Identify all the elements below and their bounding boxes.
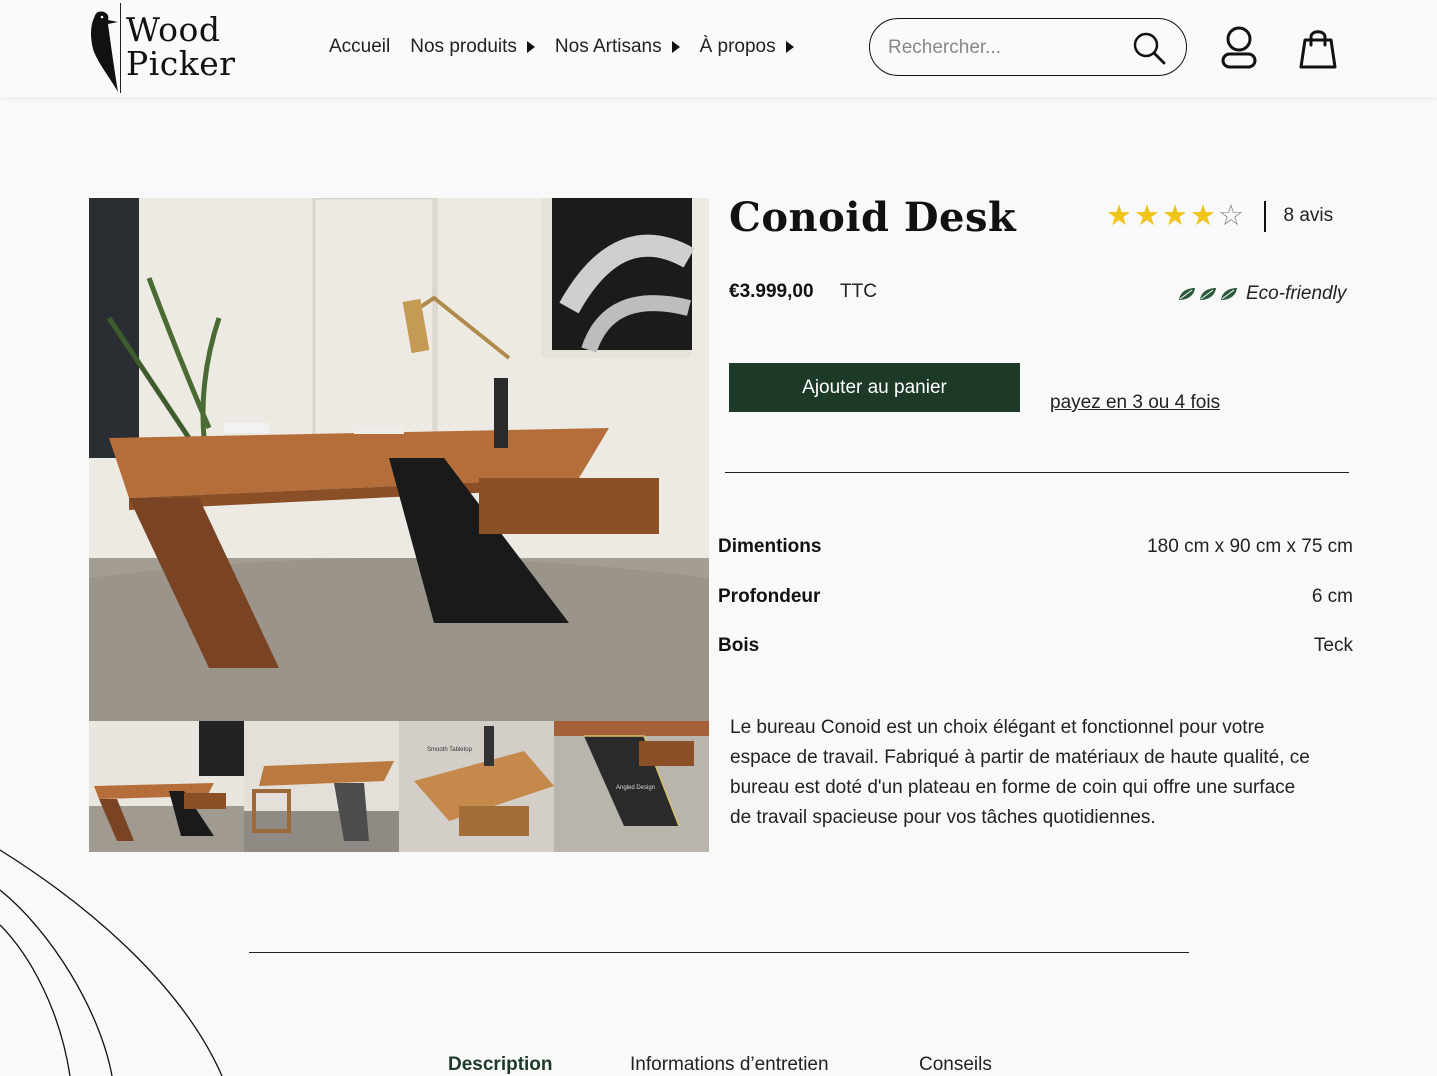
- star-empty-icon: ☆: [1218, 200, 1244, 232]
- spec-label: Dimentions: [718, 536, 822, 557]
- nav-label: Nos produits: [410, 36, 517, 57]
- logo[interactable]: Wood Picker: [88, 3, 238, 95]
- star-filled-icon: ★: [1106, 200, 1132, 232]
- desk-photo: [89, 198, 709, 721]
- nav-item-nos-produits[interactable]: Nos produits: [410, 36, 535, 58]
- thumbnail-caption: Angled Design: [616, 785, 655, 791]
- spec-label: Bois: [718, 635, 760, 656]
- leaf-icon: [1221, 288, 1237, 300]
- nav-label: Accueil: [329, 36, 391, 57]
- thumbnail-3[interactable]: Smooth Tabletop: [399, 721, 554, 852]
- caret-right-icon: [671, 41, 680, 53]
- spec-row-dimensions: Dimentions 180 cm x 90 cm x 75 cm: [718, 536, 1353, 558]
- product-main-image[interactable]: [89, 198, 709, 721]
- logo-text: Wood Picker: [126, 13, 236, 81]
- tab-entretien[interactable]: Informations d’entretien: [630, 1054, 829, 1076]
- decorative-lines: [0, 849, 223, 1076]
- spec-row-wood: Bois Teck: [718, 635, 1353, 657]
- thumbnail-4[interactable]: Angled Design: [554, 721, 709, 852]
- add-to-cart-button[interactable]: Ajouter au panier: [729, 363, 1020, 412]
- caret-right-icon: [526, 41, 535, 53]
- search-bar: [869, 18, 1187, 76]
- rating-divider: [1264, 200, 1266, 232]
- leaf-icon: [1200, 288, 1216, 300]
- nav-label: À propos: [699, 36, 776, 57]
- thumbnail-strip: Smooth Tabletop Angled Design: [89, 721, 709, 852]
- spec-value: Teck: [1313, 635, 1353, 656]
- product-title: Conoid Desk: [729, 194, 1017, 241]
- spec-row-depth: Profondeur 6 cm: [718, 586, 1353, 608]
- leaf-icon: [1179, 288, 1195, 300]
- reviews-count[interactable]: 8 avis: [1284, 205, 1334, 227]
- search-input[interactable]: [886, 33, 1120, 63]
- tax-label: TTC: [840, 281, 877, 302]
- installments-link[interactable]: payez en 3 ou 4 fois: [1050, 392, 1220, 414]
- thumbnail-1[interactable]: [89, 721, 244, 852]
- tab-description[interactable]: Description: [448, 1054, 553, 1076]
- shopping-bag-icon[interactable]: [1298, 28, 1338, 70]
- logo-line-1: Wood: [126, 10, 221, 49]
- thumbnail-2[interactable]: [244, 721, 399, 852]
- user-icon[interactable]: [1220, 26, 1258, 70]
- product-rating[interactable]: ★ ★ ★ ★ ☆ 8 avis: [1106, 199, 1333, 233]
- product-description: Le bureau Conoid est un choix élégant et…: [730, 717, 1310, 828]
- spec-label: Profondeur: [718, 586, 821, 607]
- product-price: €3.999,00: [729, 281, 814, 302]
- thumbnail-caption: Smooth Tabletop: [427, 747, 473, 753]
- eco-badge: Eco-friendly: [1178, 283, 1346, 305]
- eco-label: Eco-friendly: [1246, 283, 1347, 304]
- logo-line-2: Picker: [126, 44, 236, 83]
- search-icon[interactable]: [1132, 31, 1166, 65]
- spec-value: 6 cm: [1311, 586, 1353, 607]
- main-nav: Accueil Nos produits Nos Artisans À prop…: [329, 36, 794, 58]
- star-filled-icon: ★: [1134, 200, 1160, 232]
- star-filled-icon: ★: [1162, 200, 1188, 232]
- star-filled-icon: ★: [1190, 200, 1216, 232]
- woodpecker-icon: [91, 11, 118, 92]
- tab-conseils[interactable]: Conseils: [919, 1054, 992, 1076]
- nav-item-nos-artisans[interactable]: Nos Artisans: [555, 36, 680, 58]
- nav-item-accueil[interactable]: Accueil: [329, 36, 390, 58]
- site-header: Wood Picker Accueil Nos produits Nos Art…: [0, 0, 1437, 97]
- nav-item-a-propos[interactable]: À propos: [700, 36, 794, 58]
- logo-divider: [120, 3, 121, 93]
- nav-label: Nos Artisans: [554, 36, 662, 57]
- divider: [725, 472, 1349, 473]
- caret-right-icon: [785, 41, 794, 53]
- divider: [249, 952, 1189, 953]
- spec-value: 180 cm x 90 cm x 75 cm: [1147, 536, 1353, 557]
